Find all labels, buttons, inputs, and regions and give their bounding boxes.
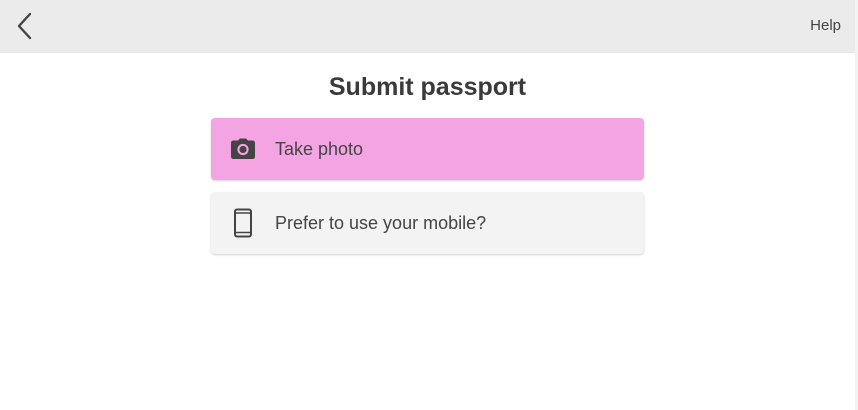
page-title: Submit passport (328, 73, 527, 101)
use-mobile-label: Prefer to use your mobile? (275, 212, 487, 233)
top-bar: Help (0, 0, 855, 53)
mobile-phone-icon (211, 208, 275, 238)
back-button[interactable] (8, 8, 42, 44)
take-photo-button[interactable]: Take photo (211, 118, 644, 180)
help-link[interactable]: Help (810, 17, 841, 34)
use-mobile-button[interactable]: Prefer to use your mobile? (211, 192, 644, 254)
take-photo-label: Take photo (275, 138, 364, 159)
chevron-left-icon (17, 12, 32, 40)
camera-icon (211, 138, 275, 160)
